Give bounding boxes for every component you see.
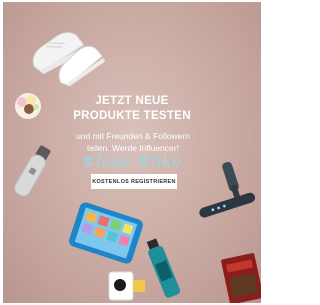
- headline-line-1: JETZT NEUE: [95, 95, 169, 107]
- register-button[interactable]: KOSTENLOS REGISTRIEREN: [91, 174, 177, 189]
- sneakers-icon: [23, 22, 108, 87]
- headline: JETZT NEUE PRODUKTE TESTEN: [3, 94, 261, 124]
- tube-icon: [107, 268, 147, 302]
- tablet-icon: [67, 202, 145, 264]
- subtext: und mit Freunden & Followern teilen. Wer…: [43, 130, 223, 154]
- hashtag: #love #like: [81, 152, 183, 171]
- coffee-pack-icon: [219, 252, 261, 303]
- headline-line-2: PRODUKTE TESTEN: [73, 110, 191, 122]
- spray-bottle-icon: [143, 236, 183, 302]
- subtext-line-1: und mit Freunden & Followern: [76, 131, 190, 141]
- promo-banner[interactable]: JETZT NEUE PRODUKTE TESTEN und mit Freun…: [3, 2, 261, 303]
